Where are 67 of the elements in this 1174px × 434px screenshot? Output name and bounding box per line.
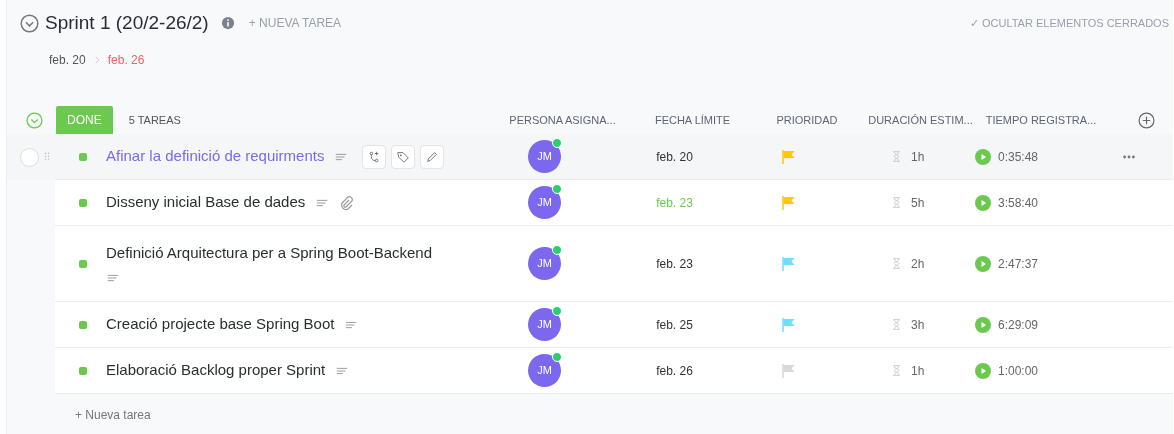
status-square [79,366,87,375]
play-icon[interactable] [975,255,991,272]
avatar: JM [528,140,561,173]
hourglass-icon [890,196,903,209]
estimate: 2h [911,255,925,273]
avatar: JM [528,354,561,387]
due-date: feb. 25 [656,316,693,334]
due-date: feb. 23 [656,255,693,273]
task-name[interactable]: Definició Arquitectura per a Spring Boot-Backend [106,242,432,265]
edit-button[interactable] [420,144,445,169]
hourglass-icon [890,364,903,377]
avatar: JM [528,186,561,219]
tracked-time: 6:29:09 [998,316,1039,334]
task-name[interactable]: Elaboració Backlog proper Sprint [106,359,326,382]
due-date: feb. 20 [656,148,693,166]
column-header: DURACIÓN ESTIM... [867,112,974,128]
collapse-icon[interactable] [20,13,39,33]
hourglass-icon [890,318,903,331]
flag-icon[interactable] [781,316,797,333]
end-date: feb. 26 [107,52,145,69]
column-header: PERSONA ASIGNA... [508,112,617,128]
play-icon[interactable] [975,148,991,165]
play-icon[interactable] [975,362,991,379]
tag-button[interactable] [391,144,416,169]
task-name[interactable]: Creació projecte base Spring Boot [106,313,335,336]
due-date: feb. 26 [656,362,693,380]
estimate: 3h [911,316,925,334]
tracked-time: 3:58:40 [998,194,1039,212]
start-date: feb. 20 [49,52,86,69]
task-name[interactable]: Afinar la definició de requirments [106,145,325,168]
column-header: FECHA LÍMITE [653,112,732,128]
avatar: JM [528,247,561,280]
status-square [79,320,87,329]
flag-icon[interactable] [781,362,797,379]
sprint-title: Sprint 1 (20/2-26/2) [45,10,209,35]
task-checkbox[interactable] [20,147,39,167]
collapse-icon[interactable] [26,111,43,129]
flag-icon[interactable] [781,148,797,165]
tracked-time: 2:47:37 [998,255,1039,273]
status-square [79,152,87,161]
new-task-button[interactable]: + Nueva tarea [75,406,151,424]
play-icon[interactable] [975,316,991,333]
tag-icon [396,149,411,164]
flag-icon[interactable] [781,255,797,272]
status-badge: DONE [56,106,113,134]
avatar: JM [528,308,561,341]
hourglass-icon [890,150,903,163]
column-header: TIEMPO REGISTRA... [984,112,1098,128]
estimate: 1h [911,362,925,380]
pencil-icon [425,149,440,164]
tracked-time: 1:00:00 [998,362,1039,380]
task-count: 5 TAREAS [128,112,181,128]
task-name[interactable]: Disseny inicial Base de dades [106,191,306,214]
add-column-icon[interactable] [1138,111,1155,129]
status-square [79,259,87,268]
estimate: 1h [911,148,925,166]
info-icon[interactable] [220,16,235,30]
flag-icon[interactable] [781,194,797,211]
column-header: PRIORIDAD [775,112,839,128]
estimate: 5h [911,194,925,212]
subtask-button[interactable] [362,144,387,169]
hourglass-icon [890,257,903,270]
play-icon[interactable] [975,194,991,211]
due-date: feb. 23 [656,194,693,212]
tracked-time: 0:35:48 [998,148,1039,166]
branch-icon [367,149,382,164]
status-square [79,198,87,207]
